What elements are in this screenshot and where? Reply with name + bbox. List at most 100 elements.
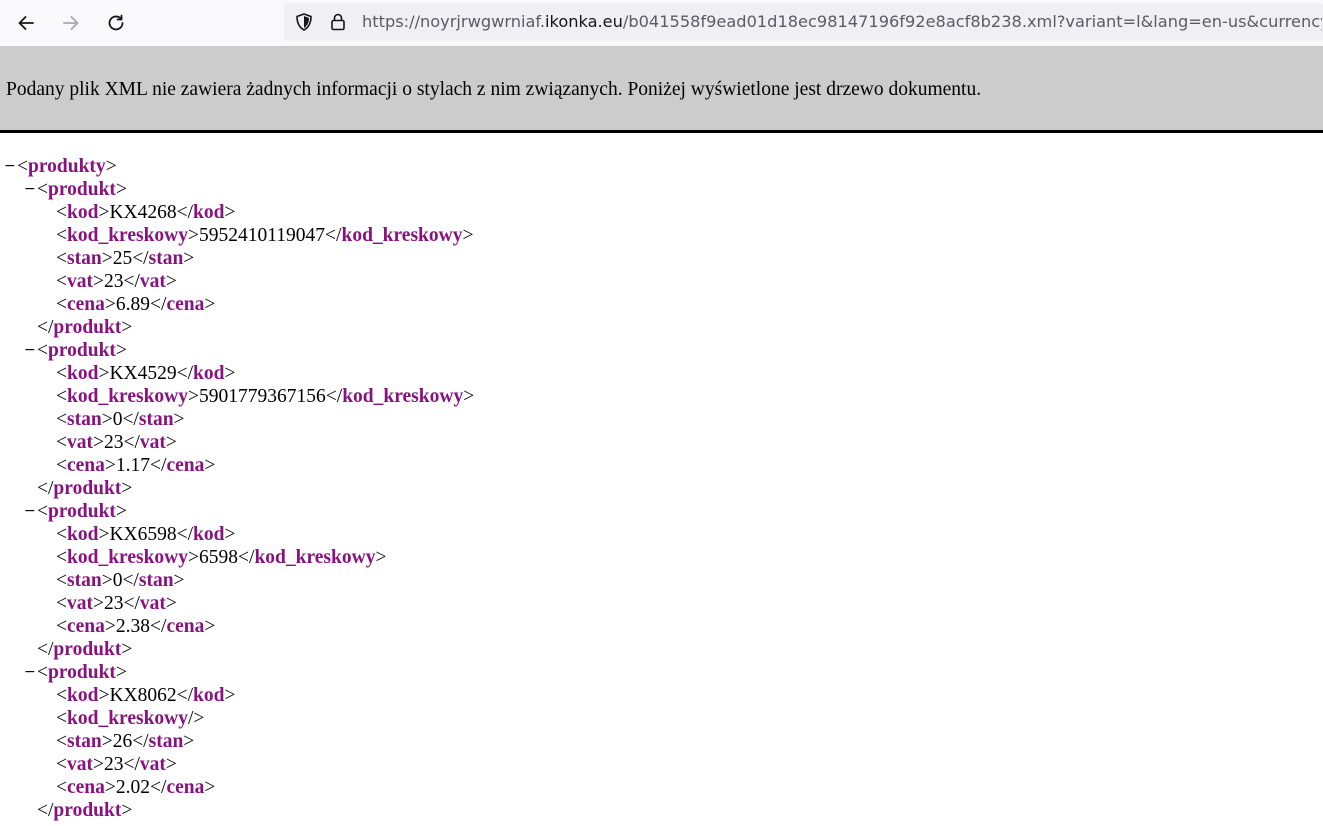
tag-bracket: >: [188, 225, 200, 246]
lock-icon[interactable]: [328, 12, 348, 32]
tag-bracket: <: [37, 662, 48, 683]
tag-bracket: >: [165, 593, 177, 614]
tag-name: vat: [67, 754, 93, 775]
tag-bracket: <: [37, 501, 48, 522]
back-button[interactable]: [8, 5, 44, 41]
field-value: 5901779367156: [199, 386, 326, 407]
tag-bracket: >: [98, 363, 110, 384]
field-value: 6598: [199, 547, 239, 568]
field-value: 0: [112, 570, 123, 591]
collapse-toggle[interactable]: −: [24, 339, 36, 362]
tag-bracket: >: [104, 294, 116, 315]
tag-name: kod_kreskowy: [342, 386, 464, 407]
tag-name: cena: [67, 294, 105, 315]
collapse-toggle[interactable]: −: [24, 178, 36, 201]
url-prefix: https://noyrjrwgwrniaf.: [362, 12, 546, 31]
tag-name: vat: [139, 432, 166, 453]
tag-bracket: <: [56, 202, 67, 223]
tag-bracket: </: [150, 455, 167, 476]
tag-name: vat: [67, 432, 93, 453]
tag-bracket: >: [105, 156, 117, 177]
tag-bracket: </: [122, 570, 139, 591]
tag-bracket: </: [37, 317, 54, 338]
tag-bracket: <: [56, 432, 67, 453]
xml-field-cena: <cena>2.02</cena>: [0, 776, 1323, 799]
tag-bracket: <: [56, 547, 67, 568]
tag-bracket: <: [56, 524, 67, 545]
tag-bracket: </: [132, 731, 149, 752]
tag-bracket: >: [115, 501, 127, 522]
xml-field-kod-kreskowy: <kod_kreskowy>5901779367156</kod_kreskow…: [0, 385, 1323, 408]
tag-bracket: </: [37, 478, 54, 499]
tag-bracket: </: [325, 386, 343, 407]
collapse-toggle[interactable]: −: [24, 661, 36, 684]
tag-name: kod_kreskowy: [67, 225, 189, 246]
xml-field-kod-kreskowy: <kod_kreskowy>6598</kod_kreskowy>: [0, 546, 1323, 569]
tag-bracket: >: [98, 685, 110, 706]
shield-icon[interactable]: [294, 12, 314, 32]
field-value: 2.02: [115, 777, 151, 798]
tag-bracket: </: [123, 432, 140, 453]
tag-name: vat: [67, 271, 93, 292]
tag-bracket: >: [93, 432, 104, 453]
tag-bracket: >: [204, 455, 216, 476]
tag-bracket: >: [93, 271, 104, 292]
xml-field-kod: <kod>KX4529</kod>: [0, 362, 1323, 385]
tag-bracket: >: [224, 202, 236, 223]
forward-button[interactable]: [53, 5, 89, 41]
tag-bracket: >: [101, 731, 113, 752]
tag-bracket: <: [17, 156, 28, 177]
url-text[interactable]: https://noyrjrwgwrniaf.ikonka.eu/b041558…: [362, 3, 1322, 41]
xml-field-vat: <vat>23</vat>: [0, 431, 1323, 454]
field-value: 1.17: [115, 455, 151, 476]
tag-bracket: <: [56, 409, 67, 430]
tag-name: cena: [166, 616, 205, 637]
reload-button[interactable]: [98, 5, 134, 41]
tag-bracket: >: [224, 363, 236, 384]
tag-bracket: </: [150, 777, 167, 798]
tag-bracket: >: [115, 340, 127, 361]
tag-bracket: <: [56, 754, 67, 775]
tag-bracket: </: [176, 202, 194, 223]
tag-bracket: >: [101, 409, 113, 430]
tag-name: stan: [138, 570, 174, 591]
xml-field-vat: <vat>23</vat>: [0, 753, 1323, 776]
tag-bracket: >: [121, 317, 133, 338]
field-value: KX4529: [109, 363, 177, 384]
xml-product-close: </produkt>: [0, 316, 1323, 339]
url-bar[interactable]: https://noyrjrwgwrniaf.ikonka.eu/b041558…: [284, 3, 1323, 41]
collapse-toggle[interactable]: −: [4, 155, 16, 178]
xml-field-stan: <stan>25</stan>: [0, 247, 1323, 270]
reload-icon: [108, 14, 124, 31]
tag-bracket: </: [238, 547, 255, 568]
xml-product-open: − <produkt>: [0, 339, 1323, 362]
tag-name: kod: [67, 685, 99, 706]
tag-bracket: >: [165, 432, 177, 453]
tag-name: cena: [166, 777, 205, 798]
tag-bracket: <: [56, 225, 67, 246]
tag-bracket: </: [123, 271, 140, 292]
tag-name: stan: [67, 248, 102, 269]
tag-bracket: >: [101, 570, 113, 591]
xml-field-cena: <cena>6.89</cena>: [0, 293, 1323, 316]
url-path: /b041558f9ead01d18ec98147196f92e8acf8b23…: [622, 12, 1322, 31]
collapse-toggle[interactable]: −: [24, 500, 36, 523]
tag-bracket: </: [176, 685, 194, 706]
tag-bracket: >: [104, 455, 116, 476]
tag-bracket: <: [56, 294, 67, 315]
tag-bracket: >: [204, 616, 216, 637]
field-value: 6.89: [115, 294, 151, 315]
tag-bracket: >: [173, 570, 185, 591]
xml-field-cena: <cena>1.17</cena>: [0, 454, 1323, 477]
tag-name: cena: [67, 455, 105, 476]
tag-name: produkt: [48, 501, 116, 522]
tag-bracket: </: [176, 363, 194, 384]
tag-bracket: <: [56, 271, 67, 292]
tag-bracket: <: [56, 386, 67, 407]
xml-product-close: </produkt>: [0, 799, 1323, 822]
tag-name: kod_kreskowy: [67, 547, 189, 568]
tag-bracket: </: [150, 616, 167, 637]
tag-bracket: <: [56, 708, 67, 729]
tag-bracket: <: [56, 616, 67, 637]
tag-name: produkty: [28, 156, 106, 177]
